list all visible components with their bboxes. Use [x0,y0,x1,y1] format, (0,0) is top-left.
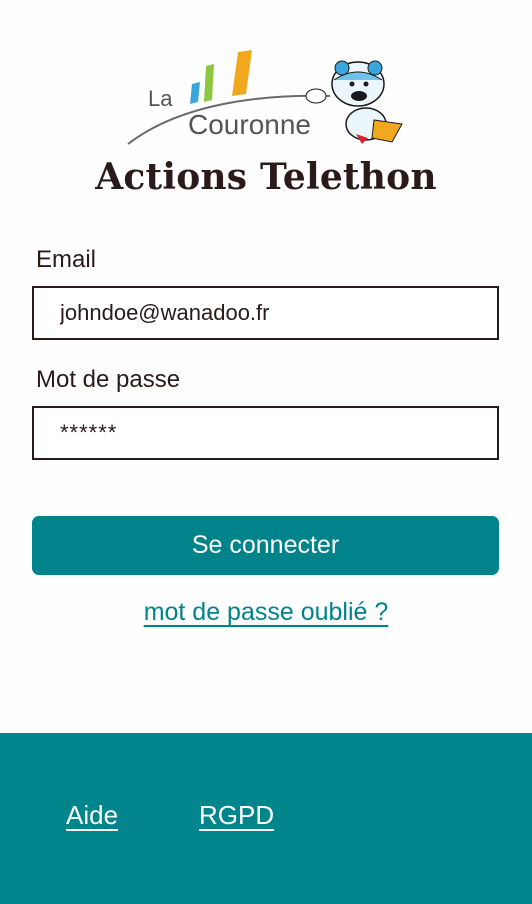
la-couronne-logo-graphic: La Couronne [127,50,403,145]
svg-text:Couronne: Couronne [188,109,311,140]
app-title: Actions Telethon [95,156,437,198]
email-field[interactable] [32,286,499,340]
help-link[interactable]: Aide [66,800,118,831]
login-button[interactable]: Se connecter [32,516,499,575]
email-label: Email [36,246,97,273]
password-field[interactable] [32,406,499,460]
forgot-password-link[interactable]: mot de passe oublié ? [0,598,532,627]
forgot-password-label[interactable]: mot de passe oublié ? [144,598,389,626]
password-label: Mot de passe [36,366,181,393]
footer: Aide RGPD [0,733,532,904]
la-couronne-logo: La Couronne [120,44,410,154]
svg-text:La: La [148,86,173,111]
gdpr-link[interactable]: RGPD [199,800,274,831]
mascot-icon [305,60,403,144]
